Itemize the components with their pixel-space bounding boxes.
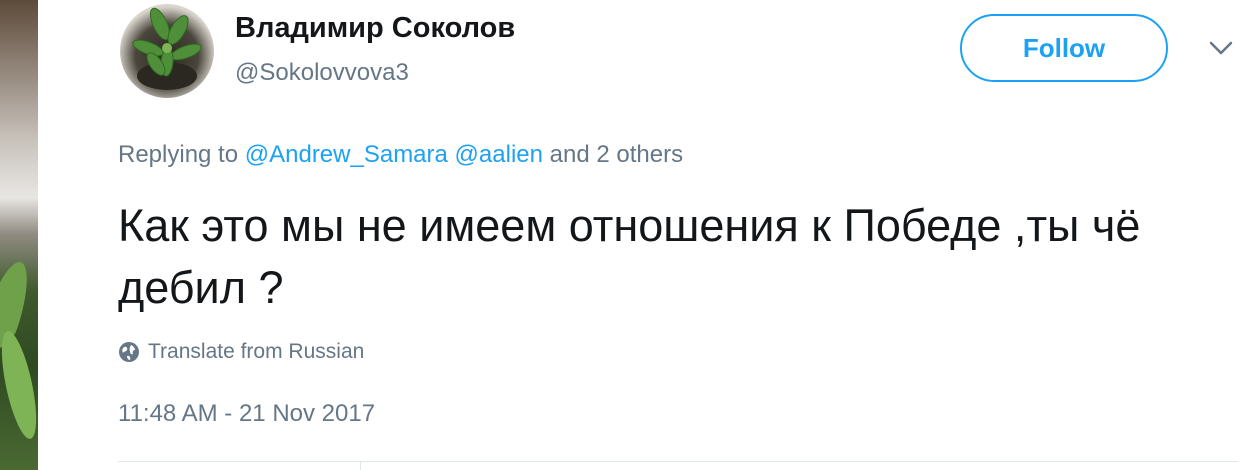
user-handle[interactable]: @Sokolovvova3 (235, 59, 409, 87)
globe-icon (119, 342, 139, 362)
display-name[interactable]: Владимир Соколов (235, 12, 515, 45)
background-photo-edge (0, 0, 38, 470)
tweet-page: Владимир Соколов @Sokolovvova3 Follow Re… (0, 0, 1250, 470)
translate-link[interactable]: Translate from Russian (118, 340, 364, 364)
replying-prefix: Replying to (118, 141, 239, 168)
tweet-timestamp[interactable]: 11:48 AM - 21 Nov 2017 (118, 400, 375, 428)
mention-link[interactable]: @aalien (455, 141, 543, 168)
replying-to-line: Replying to @Andrew_Samara @aalien and 2… (118, 141, 683, 169)
chevron-down-icon[interactable] (1208, 38, 1234, 58)
leaf-shape (0, 328, 38, 442)
follow-button[interactable]: Follow (960, 14, 1168, 82)
tweet-text: Как это мы не имеем отношения к Победе ,… (118, 200, 1141, 313)
translate-label: Translate from Russian (148, 340, 365, 363)
avatar[interactable] (120, 4, 214, 98)
divider (118, 461, 1238, 462)
mention-link[interactable]: @Andrew_Samara (245, 141, 448, 168)
plant-avatar-icon (132, 7, 202, 90)
replying-suffix[interactable]: and 2 others (550, 141, 683, 168)
divider (360, 461, 361, 470)
